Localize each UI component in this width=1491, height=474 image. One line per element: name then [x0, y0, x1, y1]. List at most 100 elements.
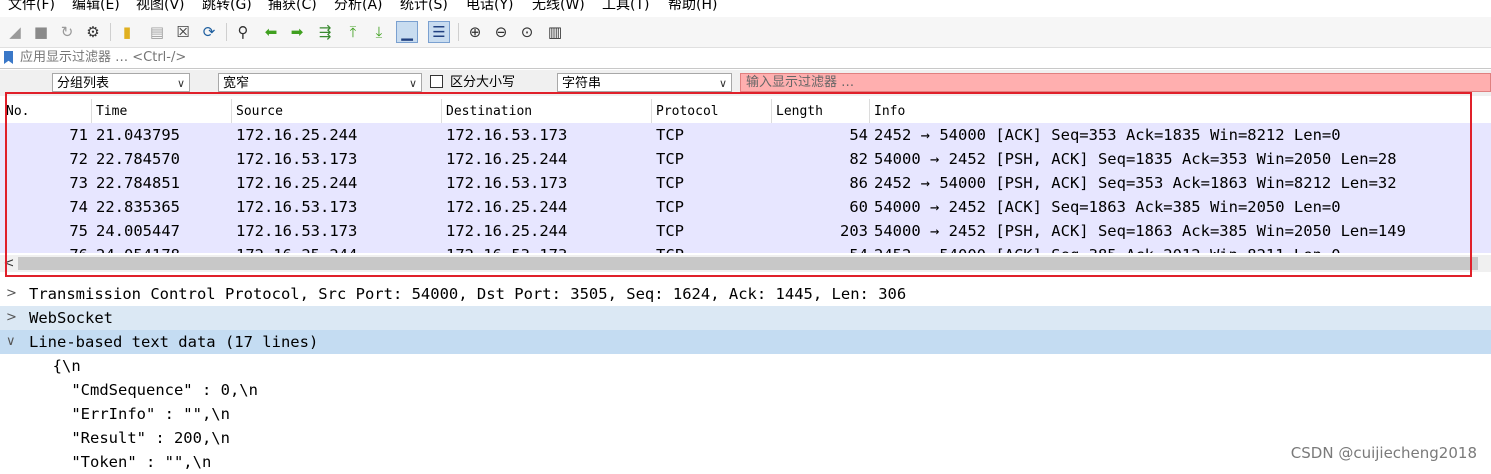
stop-capture-icon[interactable]: ■: [30, 21, 52, 43]
packet-list-hscrollbar[interactable]: <: [0, 255, 1491, 272]
detail-row-websocket[interactable]: > WebSocket: [0, 306, 1491, 330]
packet-destination: 172.16.53.173: [446, 126, 568, 144]
packet-length: 82: [849, 150, 868, 168]
main-toolbar: ◢ ■ ↻ ⚙ ▮ ▤ ☒ ⟳ ⚲ ⬅ ➡ ⇶ ⤒ ⤓ ▁ ☰ ⊕ ⊖ ⊙ ▥: [0, 17, 1491, 48]
packet-row[interactable]: 72 22.784570 172.16.53.173 172.16.25.244…: [0, 147, 1491, 171]
charset-select[interactable]: 宽窄 ∨: [218, 73, 422, 92]
open-file-icon[interactable]: ▮: [116, 21, 138, 43]
packet-row[interactable]: 75 24.005447 172.16.53.173 172.16.25.244…: [0, 219, 1491, 243]
scroll-left-icon[interactable]: <: [0, 255, 18, 272]
packet-source: 172.16.25.244: [236, 243, 357, 253]
expand-icon[interactable]: >: [6, 282, 20, 306]
zoom-in-icon[interactable]: ⊕: [464, 21, 486, 43]
menu-file[interactable]: 文件(F): [8, 0, 55, 14]
packet-source: 172.16.53.173: [236, 150, 358, 168]
packet-no: 73: [69, 174, 88, 192]
packet-destination: 172.16.53.173: [446, 243, 567, 253]
toolbar-separator: [458, 23, 459, 41]
detail-text: "Result" : 200,\n: [34, 429, 230, 447]
packet-length: 203: [840, 222, 868, 240]
restart-capture-icon[interactable]: ↻: [56, 21, 78, 43]
zoom-out-icon[interactable]: ⊖: [490, 21, 512, 43]
column-header-protocol[interactable]: Protocol: [652, 99, 772, 123]
packet-info: 2452 → 54000 [ACK] Seq=353 Ack=1835 Win=…: [874, 126, 1341, 144]
go-back-icon[interactable]: ⬅: [260, 21, 282, 43]
shark-fin-start-icon[interactable]: ◢: [4, 21, 26, 43]
packet-row[interactable]: 76 24.054178 172.16.25.244 172.16.53.173…: [0, 243, 1491, 253]
packet-source: 172.16.53.173: [236, 222, 358, 240]
packet-destination: 172.16.25.244: [446, 150, 568, 168]
menu-capture[interactable]: 捕获(C): [268, 0, 317, 14]
toolbar-separator: [226, 23, 227, 41]
packet-info: 54000 → 2452 [PSH, ACK] Seq=1863 Ack=385…: [874, 222, 1406, 240]
packet-info: 54000 → 2452 [PSH, ACK] Seq=1835 Ack=353…: [874, 150, 1397, 168]
packet-no: 75: [69, 222, 88, 240]
detail-row-line-based-text[interactable]: ∨ Line-based text data (17 lines): [0, 330, 1491, 354]
go-forward-icon[interactable]: ➡: [286, 21, 308, 43]
packet-list-header: No. Time Source Destination Protocol Len…: [0, 99, 1491, 124]
menu-wireless[interactable]: 无线(W): [532, 0, 585, 14]
search-scope-select[interactable]: 分组列表 ∨: [52, 73, 190, 92]
menu-tools[interactable]: 工具(T): [602, 0, 649, 14]
display-filter-input[interactable]: [20, 49, 1480, 66]
menu-help[interactable]: 帮助(H): [668, 0, 717, 14]
detail-text: WebSocket: [29, 309, 113, 327]
column-header-time[interactable]: Time: [92, 99, 232, 123]
packet-source: 172.16.25.244: [236, 174, 358, 192]
column-header-destination[interactable]: Destination: [442, 99, 652, 123]
column-header-source[interactable]: Source: [232, 99, 442, 123]
packet-info: 2452 → 54000 [PSH, ACK] Seq=353 Ack=1863…: [874, 174, 1397, 192]
detail-line[interactable]: "CmdSequence" : 0,\n: [0, 378, 1491, 402]
detail-line[interactable]: "ErrInfo" : "",\n: [0, 402, 1491, 426]
packet-row[interactable]: 71 21.043795 172.16.25.244 172.16.53.173…: [0, 123, 1491, 147]
menu-go[interactable]: 跳转(G): [202, 0, 252, 14]
detail-row-tcp[interactable]: > Transmission Control Protocol, Src Por…: [0, 282, 1491, 306]
detail-text: {\n: [34, 357, 81, 375]
close-file-icon[interactable]: ☒: [172, 21, 194, 43]
packet-protocol: TCP: [656, 174, 684, 192]
detail-text: "ErrInfo" : "",\n: [34, 405, 230, 423]
column-header-info[interactable]: Info: [870, 99, 1491, 123]
packet-list: No. Time Source Destination Protocol Len…: [0, 99, 1491, 255]
go-first-icon[interactable]: ⤒: [342, 21, 364, 43]
menu-statistics[interactable]: 统计(S): [400, 0, 448, 14]
zoom-normal-icon[interactable]: ⊙: [516, 21, 538, 43]
collapse-icon[interactable]: ∨: [6, 330, 20, 354]
packet-row[interactable]: 73 22.784851 172.16.25.244 172.16.53.173…: [0, 171, 1491, 195]
go-last-icon[interactable]: ⤓: [368, 21, 390, 43]
reload-file-icon[interactable]: ⟳: [198, 21, 220, 43]
packet-time: 24.054178: [96, 243, 180, 253]
scrollbar-thumb[interactable]: [18, 257, 1478, 270]
case-sensitive-label: 区分大小写: [450, 75, 516, 90]
detail-line[interactable]: "Result" : 200,\n: [0, 426, 1491, 450]
packet-destination: 172.16.25.244: [446, 198, 568, 216]
packet-source: 172.16.53.173: [236, 198, 358, 216]
bookmark-icon[interactable]: [4, 51, 13, 64]
packet-row[interactable]: 74 22.835365 172.16.53.173 172.16.25.244…: [0, 195, 1491, 219]
menu-telephony[interactable]: 电话(Y): [466, 0, 513, 14]
menu-view[interactable]: 视图(V): [136, 0, 185, 14]
column-header-length[interactable]: Length: [772, 99, 870, 123]
column-header-no[interactable]: No.: [0, 99, 92, 123]
case-sensitive-checkbox[interactable]: [430, 75, 443, 88]
packet-protocol: TCP: [656, 222, 684, 240]
detail-line[interactable]: "Token" : "",\n: [0, 450, 1491, 474]
auto-scroll-icon[interactable]: ▁: [396, 21, 418, 43]
packet-no: 74: [69, 198, 88, 216]
display-filter-bar: [0, 48, 1491, 69]
packet-destination: 172.16.53.173: [446, 174, 568, 192]
search-string-input[interactable]: 输入显示过滤器 …: [740, 73, 1491, 92]
expand-icon[interactable]: >: [6, 306, 20, 330]
detail-line[interactable]: {\n: [0, 354, 1491, 378]
find-packet-icon[interactable]: ⚲: [232, 21, 254, 43]
toolbar-separator: [110, 23, 111, 41]
search-type-select[interactable]: 字符串 ∨: [557, 73, 732, 92]
packet-time: 21.043795: [96, 126, 180, 144]
colorize-icon[interactable]: ☰: [428, 21, 450, 43]
save-file-icon[interactable]: ▤: [146, 21, 168, 43]
menu-analyze[interactable]: 分析(A): [334, 0, 383, 14]
go-to-packet-icon[interactable]: ⇶: [314, 21, 336, 43]
menu-edit[interactable]: 编辑(E): [72, 0, 120, 14]
resize-columns-icon[interactable]: ▥: [544, 21, 566, 43]
capture-options-icon[interactable]: ⚙: [82, 21, 104, 43]
